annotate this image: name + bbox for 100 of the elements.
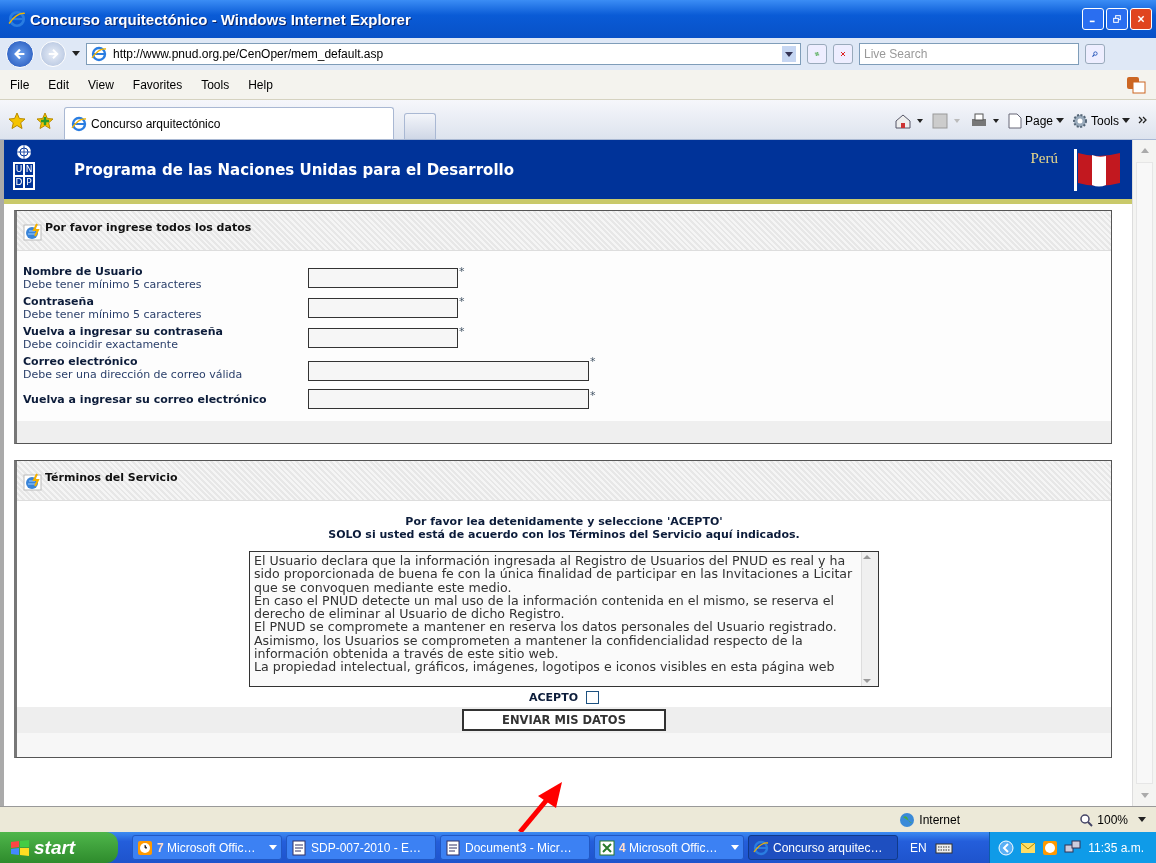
- input-field[interactable]: [308, 328, 458, 348]
- field-label: Vuelva a ingresar su contraseña: [23, 325, 224, 338]
- zoom-control[interactable]: 100%: [1079, 812, 1128, 827]
- accept-checkbox[interactable]: [586, 691, 599, 704]
- field-hint: Debe tener mínimo 5 caracteres: [23, 308, 203, 321]
- security-zone: Internet: [919, 812, 960, 827]
- minimize-button[interactable]: [1082, 8, 1104, 30]
- browser-icon: [71, 115, 87, 132]
- taskbar-button[interactable]: Document3 - Micr…: [440, 835, 590, 860]
- restore-icon: [1113, 13, 1121, 25]
- site-title: Programa de las Naciones Unidas para el Desarrollo: [74, 160, 515, 179]
- right-arrow-icon: [47, 47, 59, 61]
- submit-button[interactable]: ENVIAR MIS DATOS: [462, 709, 666, 731]
- star-plus-icon[interactable]: [36, 112, 54, 130]
- page-menu[interactable]: Page: [1007, 113, 1064, 129]
- down-arrow-icon: [1139, 792, 1150, 800]
- taskbar-button[interactable]: SDP-007-2010 - E…: [286, 835, 436, 860]
- caret-icon[interactable]: [1138, 816, 1146, 823]
- spreadsheet-icon: [599, 839, 615, 856]
- printer-icon[interactable]: [969, 113, 1000, 129]
- page-icon: [1007, 113, 1022, 129]
- chevron-icon[interactable]: [1138, 116, 1148, 126]
- document-icon: [445, 839, 461, 856]
- home-icon[interactable]: [893, 113, 924, 129]
- globe-lightning-icon: [23, 471, 43, 491]
- translate-icon[interactable]: [1126, 75, 1146, 94]
- terms-paragraph: Asimismo, los Usuarios se comprometen a mantener la confidencialidad respecto de la información obtenida a través de este sitio web.: [254, 633, 803, 661]
- menu-item[interactable]: Help: [248, 75, 273, 94]
- logo-wordmark: U N D P: [13, 161, 35, 190]
- clock-time: 11:35 a.m.: [1088, 840, 1144, 855]
- globe-emblem-icon: [16, 143, 32, 160]
- caret-icon: [731, 844, 739, 851]
- left-arrow-icon: [13, 46, 27, 62]
- required-mark: *: [459, 265, 465, 278]
- field-hint: Debe coincidir exactamente: [23, 338, 179, 351]
- gear-icon: [1072, 113, 1088, 129]
- dropdown-caret-icon[interactable]: [782, 46, 796, 62]
- windows-flag-icon: [10, 838, 30, 857]
- terms-paragraph: El PNUD se compromete a mantener en reserva los datos personales del Usuario registrado.: [254, 620, 838, 634]
- language-indicator[interactable]: EN: [910, 840, 927, 855]
- menu-item[interactable]: Tools: [201, 75, 230, 94]
- restore-button[interactable]: [1106, 8, 1128, 30]
- checkbox-label: ACEPTO: [529, 691, 578, 704]
- taskbar-button[interactable]: 4 Microsoft Offic…: [594, 835, 744, 860]
- magnifier-icon: [1079, 812, 1094, 827]
- browser-tab[interactable]: Concurso arquitectónico: [64, 107, 394, 139]
- terms-paragraph: La propiedad intelectual, gráficos, imágenes, logotipos e iconos visibles en esta página web: [254, 660, 836, 674]
- globe-icon: [899, 811, 916, 828]
- menu-item[interactable]: Edit: [48, 75, 70, 94]
- taskbar-label: Concurso arquitec…: [773, 840, 883, 855]
- menu-item[interactable]: File: [10, 75, 30, 94]
- input-field[interactable]: [308, 268, 458, 288]
- field-hint: Debe ser una dirección de correo válida: [23, 368, 244, 381]
- window-title: Concurso arquitectónico - Windows Internet Explorer: [30, 10, 412, 28]
- input-field[interactable]: [308, 389, 589, 409]
- caret-icon: [269, 844, 277, 851]
- taskbar-button[interactable]: 7 Microsoft Offic…: [132, 835, 282, 860]
- close-icon: [1137, 13, 1145, 25]
- globe-lightning-icon: [23, 221, 43, 241]
- taskbar-button[interactable]: Concurso arquitec…: [748, 835, 898, 860]
- terms-paragraph: En caso el PNUD detecte un mal uso de la información contenida en el mismo, se reserva el derecho de eliminar al Usuario de dicho Registro.: [254, 593, 835, 621]
- group-count: 7: [157, 840, 165, 855]
- country-label: Perú: [1030, 150, 1058, 167]
- terms-textarea[interactable]: [249, 551, 879, 687]
- clock-icon: [137, 839, 153, 856]
- browser-icon: [91, 46, 107, 62]
- document-icon: [291, 839, 307, 856]
- field-label: Nombre de Usuario: [23, 265, 144, 278]
- field-label: Contraseña: [23, 295, 95, 308]
- down-arrow-icon: [862, 676, 872, 686]
- input-field[interactable]: [308, 298, 458, 318]
- terms-paragraph: El Usuario declara que la información ingresada al Registro de Usuarios del PNUD es real y ha sido proporcionada de buena fe con la única finalidad de participar en las Invitaciones a Licitar que se convoquen mediante este medio.: [254, 554, 854, 594]
- required-mark: *: [459, 325, 465, 338]
- network-icon[interactable]: [1064, 839, 1083, 856]
- back-button[interactable]: [6, 40, 34, 68]
- menu-item[interactable]: Favorites: [132, 75, 183, 94]
- envelope-icon[interactable]: [1020, 841, 1037, 854]
- up-arrow-icon: [1139, 146, 1150, 154]
- input-field[interactable]: [308, 361, 589, 381]
- group-count: 4: [619, 840, 627, 855]
- search-field[interactable]: Live Search: [859, 43, 1079, 65]
- browser-icon: [8, 10, 26, 28]
- dropdown-caret-icon[interactable]: [72, 51, 80, 57]
- required-mark: *: [459, 295, 465, 308]
- menu-item[interactable]: View: [88, 75, 114, 94]
- clock-icon[interactable]: [1042, 839, 1059, 856]
- tools-menu[interactable]: Tools: [1072, 113, 1130, 129]
- taskbar-label: Document3 - Micr…: [465, 840, 572, 855]
- required-mark: *: [590, 389, 596, 402]
- instruction-text: SOLO si usted está de acuerdo con los Términos del Servicio aquí indicados.: [327, 528, 801, 541]
- close-button[interactable]: [1130, 8, 1152, 30]
- address-field[interactable]: http://www.pnud.org.pe/CenOper/mem_default.asp: [86, 43, 801, 65]
- keyboard-icon[interactable]: [934, 841, 953, 854]
- panel-title: Por favor ingrese todos los datos: [45, 221, 252, 234]
- taskbar-label: Microsoft Offic…: [167, 840, 256, 855]
- star-icon[interactable]: [8, 112, 26, 130]
- taskbar-label: Microsoft Offic…: [629, 840, 718, 855]
- panel-title: Términos del Servicio: [45, 471, 178, 484]
- taskbar-label: SDP-007-2010 - E…: [311, 840, 422, 855]
- caret-icon: [1056, 118, 1064, 124]
